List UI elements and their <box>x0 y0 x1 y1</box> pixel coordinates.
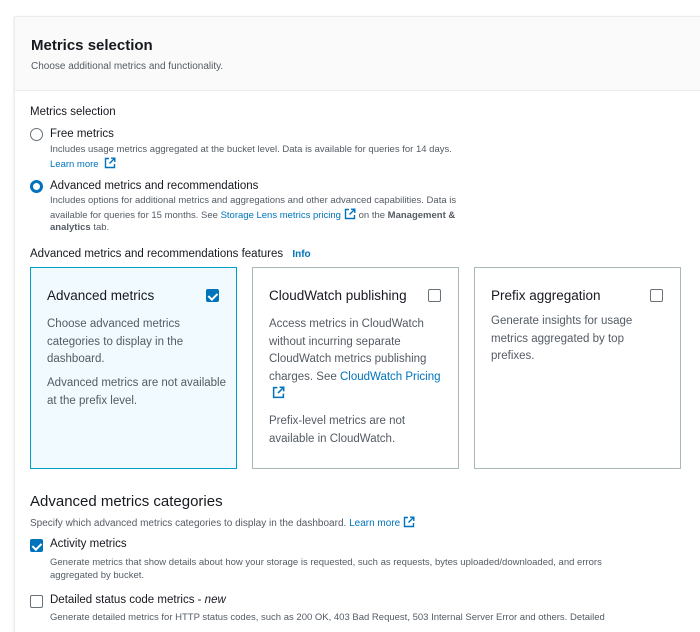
categories-learn-more-link[interactable]: Learn more <box>349 518 400 529</box>
features-label: Advanced metrics and recommendations fea… <box>30 248 311 260</box>
advanced-metrics-description: Includes options for additional metrics … <box>50 195 570 235</box>
advanced-metrics-radio[interactable] <box>30 180 43 193</box>
cloudwatch-publishing-tile-note: Prefix-level metrics are not available i… <box>269 415 406 445</box>
features-label-text: Advanced metrics and recommendations fea… <box>30 248 284 260</box>
prefix-aggregation-checkbox[interactable] <box>650 289 663 302</box>
advanced-metrics-tile[interactable]: Advanced metrics Choose advanced metrics… <box>30 267 237 469</box>
cloudwatch-publishing-tile-title: CloudWatch publishing <box>269 288 407 303</box>
detailed-status-code-checkbox[interactable] <box>30 595 43 608</box>
management-analytics-bold: Management & <box>387 209 456 221</box>
external-link-icon <box>272 386 285 399</box>
info-link[interactable]: Info <box>292 249 310 260</box>
free-metrics-label[interactable]: Free metrics <box>50 127 114 141</box>
advanced-metrics-tile-title: Advanced metrics <box>47 288 155 303</box>
advanced-description-on-the: on the <box>358 209 386 221</box>
cloudwatch-publishing-tile[interactable]: CloudWatch publishing Access metrics in … <box>252 267 459 469</box>
advanced-metrics-recommendations-label[interactable]: Advanced metrics and recommendations <box>50 179 258 193</box>
external-link-icon <box>105 157 116 168</box>
free-metrics-description-text: Includes usage metrics aggregated at the… <box>50 144 452 155</box>
panel-header: Metrics selection Choose additional metr… <box>15 17 700 91</box>
advanced-metrics-checkbox[interactable] <box>206 289 219 302</box>
external-link-icon <box>344 208 356 219</box>
external-link-icon <box>404 516 415 528</box>
detailed-status-code-label-text: Detailed status code metrics - <box>50 594 205 606</box>
advanced-metrics-tile-body: Choose advanced metrics categories to di… <box>47 318 184 365</box>
prefix-aggregation-tile-body: Generate insights for usage metrics aggr… <box>491 315 633 362</box>
storage-lens-pricing-link[interactable]: Storage Lens metrics pricing <box>221 210 341 221</box>
analytics-bold: analytics <box>50 222 91 233</box>
activity-metrics-label[interactable]: Activity metrics <box>50 538 127 550</box>
detailed-status-code-label[interactable]: Detailed status code metrics - new <box>50 594 226 606</box>
cloudwatch-publishing-tile-body: Access metrics in CloudWatch without inc… <box>269 316 449 404</box>
categories-title: Advanced metrics categories <box>30 493 223 510</box>
prefix-aggregation-tile-title: Prefix aggregation <box>491 288 601 303</box>
activity-metrics-checkbox[interactable] <box>30 539 43 552</box>
panel-description: Choose additional metrics and functional… <box>31 61 224 72</box>
advanced-description-line2: available for queries for 15 months. See <box>50 209 218 221</box>
cloudwatch-pricing-link[interactable]: CloudWatch Pricing <box>340 371 441 383</box>
activity-description-line2: aggregated by bucket. <box>50 570 145 581</box>
new-tag: new <box>204 594 226 606</box>
panel-title: Metrics selection <box>31 37 153 54</box>
advanced-metrics-tile-note: Advanced metrics are not available at th… <box>47 377 226 407</box>
metrics-selection-label: Metrics selection <box>30 106 116 118</box>
detailed-status-code-description: Generate detailed metrics for HTTP statu… <box>50 612 605 623</box>
categories-description: Specify which advanced metrics categorie… <box>30 516 415 529</box>
advanced-description-tab: tab. <box>93 222 110 233</box>
categories-description-text: Specify which advanced metrics categorie… <box>30 518 347 529</box>
advanced-description-line1: Includes options for additional metrics … <box>50 195 457 206</box>
activity-metrics-description: Generate metrics that show details about… <box>50 556 690 582</box>
cloudwatch-publishing-checkbox[interactable] <box>428 289 441 302</box>
free-metrics-description: Includes usage metrics aggregated at the… <box>50 144 550 171</box>
prefix-aggregation-tile[interactable]: Prefix aggregation Generate insights for… <box>474 267 681 469</box>
free-metrics-radio[interactable] <box>30 128 43 141</box>
free-metrics-learn-more-link[interactable]: Learn more <box>50 159 99 170</box>
activity-description-line1: Generate metrics that show details about… <box>50 557 602 568</box>
